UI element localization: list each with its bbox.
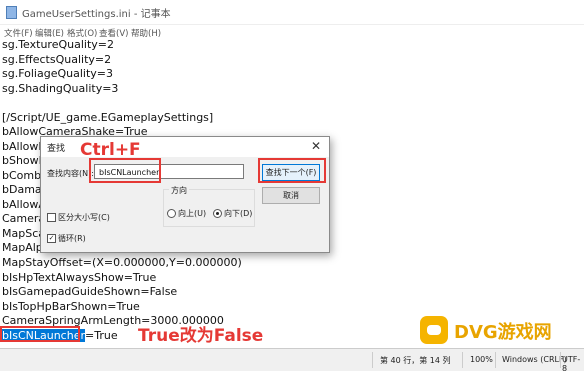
title-bar: GameUserSettings.ini - 记事本 (0, 0, 584, 25)
notepad-icon (6, 6, 17, 19)
editor-line: bComb (2, 169, 42, 182)
editor-line: MapAlp (2, 241, 43, 254)
status-separator (462, 352, 463, 368)
highlight-box-search-input (89, 158, 161, 183)
editor-line: MapStayOffset=(X=0.000000,Y=0.000000) (2, 256, 242, 269)
editor-line: bIsTopHpBarShown=True (2, 300, 140, 313)
cursor-position: 第 40 行，第 14 列 (380, 356, 451, 365)
match-case-label: 区分大小写(C) (58, 213, 110, 222)
wrap-checkbox[interactable]: ✓ (47, 234, 56, 243)
editor-line: sg.TextureQuality=2 (2, 38, 114, 51)
status-separator (372, 352, 373, 368)
highlight-box-find-next (258, 158, 326, 183)
status-bar: 第 40 行，第 14 列 100% Windows (CRLF) UTF-8 (0, 348, 584, 373)
editor-line: MapSca (2, 227, 45, 240)
close-icon[interactable]: ✕ (311, 139, 321, 153)
radio-down-label: 向下(D) (224, 209, 253, 218)
gamepad-icon (420, 316, 448, 344)
editor-line: [/Script/UE_game.EGameplaySettings] (2, 111, 214, 124)
wrap-label: 循环(R) (58, 234, 86, 243)
instruction-annotation: True改为False (138, 326, 264, 346)
highlight-box-selection (0, 326, 80, 342)
editor-line: sg.ShadingQuality=3 (2, 82, 119, 95)
status-separator (560, 352, 561, 368)
radio-up[interactable] (167, 209, 176, 218)
editor-line: sg.EffectsQuality=2 (2, 53, 112, 66)
direction-label: 方向 (169, 185, 189, 196)
line-rest: =True (85, 329, 118, 342)
radio-down[interactable] (213, 209, 222, 218)
window-title: GameUserSettings.ini - 记事本 (22, 9, 171, 20)
dialog-title: 查找 (47, 144, 66, 154)
line-ending: Windows (CRLF) (502, 355, 567, 364)
encoding: UTF-8 (562, 355, 581, 373)
cancel-button[interactable]: 取消 (262, 187, 320, 204)
zoom-level: 100% (470, 355, 493, 364)
radio-up-label: 向上(U) (178, 209, 207, 218)
status-separator (495, 352, 496, 368)
editor-line: sg.FoliageQuality=3 (2, 67, 113, 80)
editor-line: Camera (2, 212, 46, 225)
shortcut-annotation: Ctrl+F (80, 140, 141, 160)
editor-line: bAllowF (2, 140, 45, 153)
watermark-text: DVG游戏网 (454, 322, 552, 343)
editor-line: bIsGamepadGuideShown=False (2, 285, 178, 298)
watermark-logo: DVG游戏网 (420, 314, 570, 346)
match-case-checkbox[interactable] (47, 213, 56, 222)
editor-line: bIsHpTextAlwaysShow=True (2, 271, 157, 284)
find-what-label: 查找内容(N): (47, 169, 94, 178)
